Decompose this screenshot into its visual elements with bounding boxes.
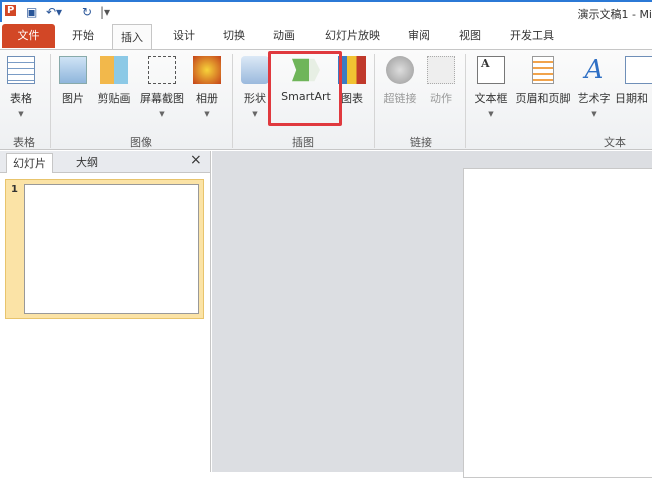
screenshot-icon <box>148 56 176 84</box>
wordart-button[interactable]: A 艺术字 ▼ <box>576 56 612 118</box>
date-time-label: 日期和 <box>615 92 648 105</box>
group-label-tables: 表格 <box>13 136 35 149</box>
shapes-icon <box>241 56 269 84</box>
slide-canvas[interactable] <box>463 168 652 478</box>
picture-button[interactable]: 图片 <box>58 56 88 106</box>
chart-button[interactable]: 图表 <box>338 56 366 106</box>
tab-transitions[interactable]: 切换 <box>223 27 245 43</box>
tab-view[interactable]: 视图 <box>459 27 481 43</box>
shapes-label: 形状 <box>244 92 266 105</box>
group-label-illustrations: 插图 <box>292 136 314 149</box>
chart-icon <box>338 56 366 84</box>
table-button[interactable]: 表格 ▼ <box>6 56 36 118</box>
wordart-label: 艺术字 <box>577 92 611 105</box>
tab-slides[interactable]: 幻灯片 <box>6 153 53 173</box>
tab-insert[interactable]: 插入 <box>112 24 152 49</box>
shapes-button[interactable]: 形状 ▼ <box>240 56 270 118</box>
hyperlink-button[interactable]: 超链接 <box>381 56 419 106</box>
customize-toolbar-icon[interactable]: |▾ <box>100 5 110 19</box>
action-label: 动作 <box>430 92 452 105</box>
header-footer-icon <box>532 56 554 84</box>
slide-number: 1 <box>11 184 18 195</box>
save-icon[interactable]: ▣ <box>26 5 37 19</box>
slide-thumbnail[interactable] <box>24 184 199 314</box>
calendar-icon <box>625 56 652 84</box>
clipart-button[interactable]: 剪贴画 <box>94 56 134 106</box>
textbox-label: 文本框 <box>474 92 508 105</box>
textbox-button[interactable]: A 文本框 ▼ <box>472 56 510 118</box>
tab-review[interactable]: 审阅 <box>408 27 430 43</box>
slides-pane: 幻灯片 大纲 × 1 <box>0 151 211 472</box>
picture-icon <box>59 56 87 84</box>
tab-home[interactable]: 开始 <box>72 27 94 43</box>
window-title: 演示文稿1 - Mi <box>577 8 652 21</box>
group-label-images: 图像 <box>130 136 152 149</box>
photo-album-icon <box>193 56 221 84</box>
action-button[interactable]: 动作 <box>425 56 457 106</box>
wordart-icon: A <box>584 55 604 85</box>
photo-album-button[interactable]: 相册 ▼ <box>192 56 222 118</box>
clipart-icon <box>100 56 128 84</box>
textbox-icon: A <box>477 56 505 84</box>
slide-editor <box>212 151 652 478</box>
tab-slideshow[interactable]: 幻灯片放映 <box>325 27 380 43</box>
hyperlink-icon <box>386 56 414 84</box>
smartart-highlight-box <box>268 51 342 126</box>
tab-design[interactable]: 设计 <box>173 27 195 43</box>
screenshot-label: 屏幕截图 <box>140 92 184 105</box>
clipart-label: 剪贴画 <box>97 92 131 105</box>
close-pane-icon[interactable]: × <box>190 152 202 168</box>
tab-animations[interactable]: 动画 <box>273 27 295 43</box>
table-icon <box>7 56 35 84</box>
action-icon <box>427 56 455 84</box>
powerpoint-app-icon[interactable]: P <box>5 5 17 16</box>
tab-file[interactable]: 文件 <box>2 24 55 48</box>
tab-developer[interactable]: 开发工具 <box>510 27 554 43</box>
picture-label: 图片 <box>62 92 84 105</box>
undo-icon[interactable]: ↶▾ <box>46 5 62 19</box>
date-time-button[interactable]: 日期和 <box>615 56 652 106</box>
header-footer-label: 页眉和页脚 <box>515 92 571 105</box>
group-label-links: 链接 <box>410 136 432 149</box>
photo-album-label: 相册 <box>196 92 218 105</box>
header-footer-button[interactable]: 页眉和页脚 <box>513 56 573 106</box>
table-label: 表格 <box>10 92 32 105</box>
tab-outline[interactable]: 大纲 <box>76 154 98 170</box>
ribbon-tabs: 文件 开始 插入 设计 切换 动画 幻灯片放映 审阅 视图 开发工具 <box>0 22 652 49</box>
title-bar: P ▣ ↶▾ ↻ |▾ 演示文稿1 - Mi <box>0 0 652 22</box>
screenshot-button[interactable]: 屏幕截图 ▼ <box>138 56 186 118</box>
chart-label: 图表 <box>341 92 363 105</box>
group-label-text: 文本 <box>604 136 626 149</box>
redo-icon[interactable]: ↻ <box>82 5 92 19</box>
slide-thumbnail-item[interactable]: 1 <box>5 179 204 319</box>
hyperlink-label: 超链接 <box>383 92 417 105</box>
